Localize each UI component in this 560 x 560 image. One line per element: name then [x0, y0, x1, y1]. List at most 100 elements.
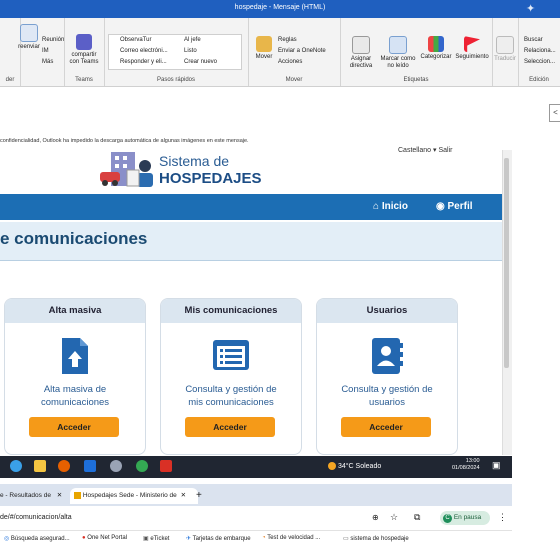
chrome-icon[interactable]: [136, 460, 148, 472]
user-circle-icon: ◉: [436, 201, 445, 212]
card-alta-masiva: Alta masiva Alta masiva de comunicacione…: [4, 298, 146, 455]
quickstep-observatur[interactable]: ObservaTur: [120, 37, 151, 43]
onenet-icon: ●: [82, 535, 86, 541]
extensions-icon[interactable]: ⧉: [414, 512, 420, 523]
categorizar-label: Categorizar: [420, 54, 452, 60]
ribbon-group-label: Edición: [529, 77, 549, 83]
profile-status: En pausa: [453, 514, 482, 521]
notifications-icon[interactable]: ▣: [492, 460, 501, 471]
quickstep-responder[interactable]: Responder y eli...: [120, 59, 167, 65]
outlook-icon[interactable]: [84, 460, 96, 472]
enviar-onenote-button[interactable]: Enviar a OneNote: [278, 48, 326, 54]
new-tab-button[interactable]: +: [196, 488, 208, 504]
bookmark-item[interactable]: ▭ sistema de hospedaje: [343, 535, 409, 542]
bookmark-star-icon[interactable]: ☆: [390, 512, 398, 523]
categorizar-button[interactable]: Categorizar: [418, 36, 454, 61]
menu-kebab-icon[interactable]: ⋮: [498, 512, 507, 523]
forward-icon: [20, 24, 38, 42]
bookmark-item[interactable]: ● One Net Portal: [82, 535, 127, 541]
url-input[interactable]: de/#/comunicacion/alta: [0, 514, 72, 521]
nav-perfil-link[interactable]: ◉ Perfil: [436, 201, 473, 212]
teams-icon: [76, 34, 92, 50]
close-tab-icon[interactable]: ✕: [57, 492, 62, 499]
mover-label: Mover: [255, 54, 273, 60]
weather-text: 34°C Soleado: [337, 462, 382, 470]
file-explorer-icon[interactable]: [34, 460, 46, 472]
quickstep-al-jefe[interactable]: Al jefe: [184, 37, 201, 43]
clock-date: 01/08/2024: [452, 465, 480, 471]
section-title: e comunicaciones: [0, 229, 148, 248]
acciones-button[interactable]: Acciones: [278, 59, 302, 65]
tab-title: Hospedajes Sede - Ministerio de: [82, 492, 177, 499]
scrollbar-thumb[interactable]: [504, 158, 509, 368]
folder-icon: ▭: [343, 536, 349, 542]
mover-button[interactable]: Mover: [252, 36, 276, 61]
card-title: Mis comunicaciones: [161, 299, 301, 323]
site-navbar: [0, 194, 502, 220]
ribbon-group-label: Pasos rápidos: [156, 77, 196, 83]
ribbon-group-edicion: Buscar Relaciona... Seleccion... Edición: [518, 18, 560, 86]
marcar-no-leido-button[interactable]: Marcar como no leído: [378, 36, 418, 70]
close-tab-icon[interactable]: ✕: [181, 492, 186, 499]
firefox-icon[interactable]: [58, 460, 70, 472]
traducir-button[interactable]: Traducir: [492, 36, 518, 63]
favicon-icon: [74, 491, 81, 499]
nav-perfil-label: Perfil: [447, 201, 473, 212]
quickstep-correo[interactable]: Correo electróni...: [120, 48, 168, 54]
card-desc-line1: Alta masiva de: [43, 384, 107, 395]
compartir-teams-button[interactable]: compartir con Teams: [66, 34, 102, 66]
ribbon-group-label: Etiquetas: [403, 77, 429, 83]
reglas-button[interactable]: Reglas: [278, 37, 297, 43]
card-desc-line2: comunicaciones: [40, 397, 110, 408]
ribbon-group-quick-steps: ObservaTur Correo electróni... Responder…: [104, 18, 249, 86]
reunion-button[interactable]: Reunión: [42, 37, 64, 43]
header-user-links[interactable]: Castellano ▾ Salir: [398, 146, 452, 154]
asignar-directiva-label: Asignar directiva: [349, 56, 373, 69]
reenviar-button[interactable]: reenviar: [16, 24, 42, 51]
speedtest-icon: ◔: [262, 535, 266, 541]
browser-tab-active[interactable]: Hospedajes Sede - Ministerio de ✕: [70, 488, 198, 504]
app-icon[interactable]: [110, 460, 122, 472]
tab-title: e - Resultados de: [0, 492, 51, 499]
bookmark-item[interactable]: ◔ Test de velocidad ...: [262, 535, 320, 541]
zoom-icon[interactable]: ⊕: [372, 513, 379, 522]
weather-widget[interactable]: 34°C Soleado: [328, 462, 381, 470]
relacionado-button[interactable]: Relaciona...: [524, 48, 556, 54]
acceder-button[interactable]: Acceder: [29, 417, 119, 437]
profile-paused-button[interactable]: C En pausa: [440, 511, 490, 525]
search-icon[interactable]: [10, 460, 22, 472]
avatar: C: [443, 514, 452, 523]
copilot-icon[interactable]: ✦: [526, 2, 535, 15]
images-blocked-notice[interactable]: confidencialidad, Outlook ha impedido la…: [0, 138, 249, 144]
reenviar-label: reenviar: [18, 44, 40, 50]
quickstep-listo[interactable]: Listo: [184, 48, 197, 54]
bookmark-item[interactable]: ▣ eTicket: [143, 535, 169, 542]
bookmark-label: eTicket: [150, 536, 170, 542]
mas-button[interactable]: Más: [42, 59, 53, 65]
taskbar-clock[interactable]: 13:00 01/08/2024: [452, 458, 480, 472]
acceder-button[interactable]: Acceder: [341, 417, 431, 437]
seguimiento-button[interactable]: Seguimiento: [454, 36, 490, 61]
ribbon-group-label: Mover: [285, 77, 303, 83]
im-button[interactable]: IM: [42, 48, 49, 54]
ribbon-group-respond: reenviar Reunión IM Más: [18, 18, 65, 86]
card-desc-line1: Consulta y gestión de: [185, 384, 277, 395]
clock-time: 13:00: [465, 458, 480, 464]
bookmark-item[interactable]: ◎ Búsqueda asegurad...: [4, 535, 70, 542]
asignar-directiva-button[interactable]: Asignar directiva: [344, 36, 378, 70]
buscar-button[interactable]: Buscar: [524, 37, 543, 43]
seleccionar-button[interactable]: Seleccion...: [524, 59, 555, 65]
app-red-icon[interactable]: [160, 460, 172, 472]
window-title: hospedaje - Mensaje (HTML): [234, 4, 326, 11]
acceder-button[interactable]: Acceder: [185, 417, 275, 437]
quickstep-crear-nuevo[interactable]: Crear nuevo: [184, 59, 217, 65]
list-window-icon: [213, 340, 249, 370]
collapse-pane-button[interactable]: <: [549, 104, 560, 122]
nav-inicio-label: Inicio: [381, 201, 408, 212]
bookmark-item[interactable]: ✈ Tarjetas de embarque: [186, 535, 251, 542]
nav-inicio-link[interactable]: ⌂ Inicio: [373, 201, 408, 212]
site-title-line2: HOSPEDAJES: [159, 170, 262, 187]
translate-icon: [496, 36, 514, 54]
browser-tab[interactable]: e - Resultados de ✕: [0, 488, 66, 504]
browser-address-bar: [0, 506, 512, 531]
